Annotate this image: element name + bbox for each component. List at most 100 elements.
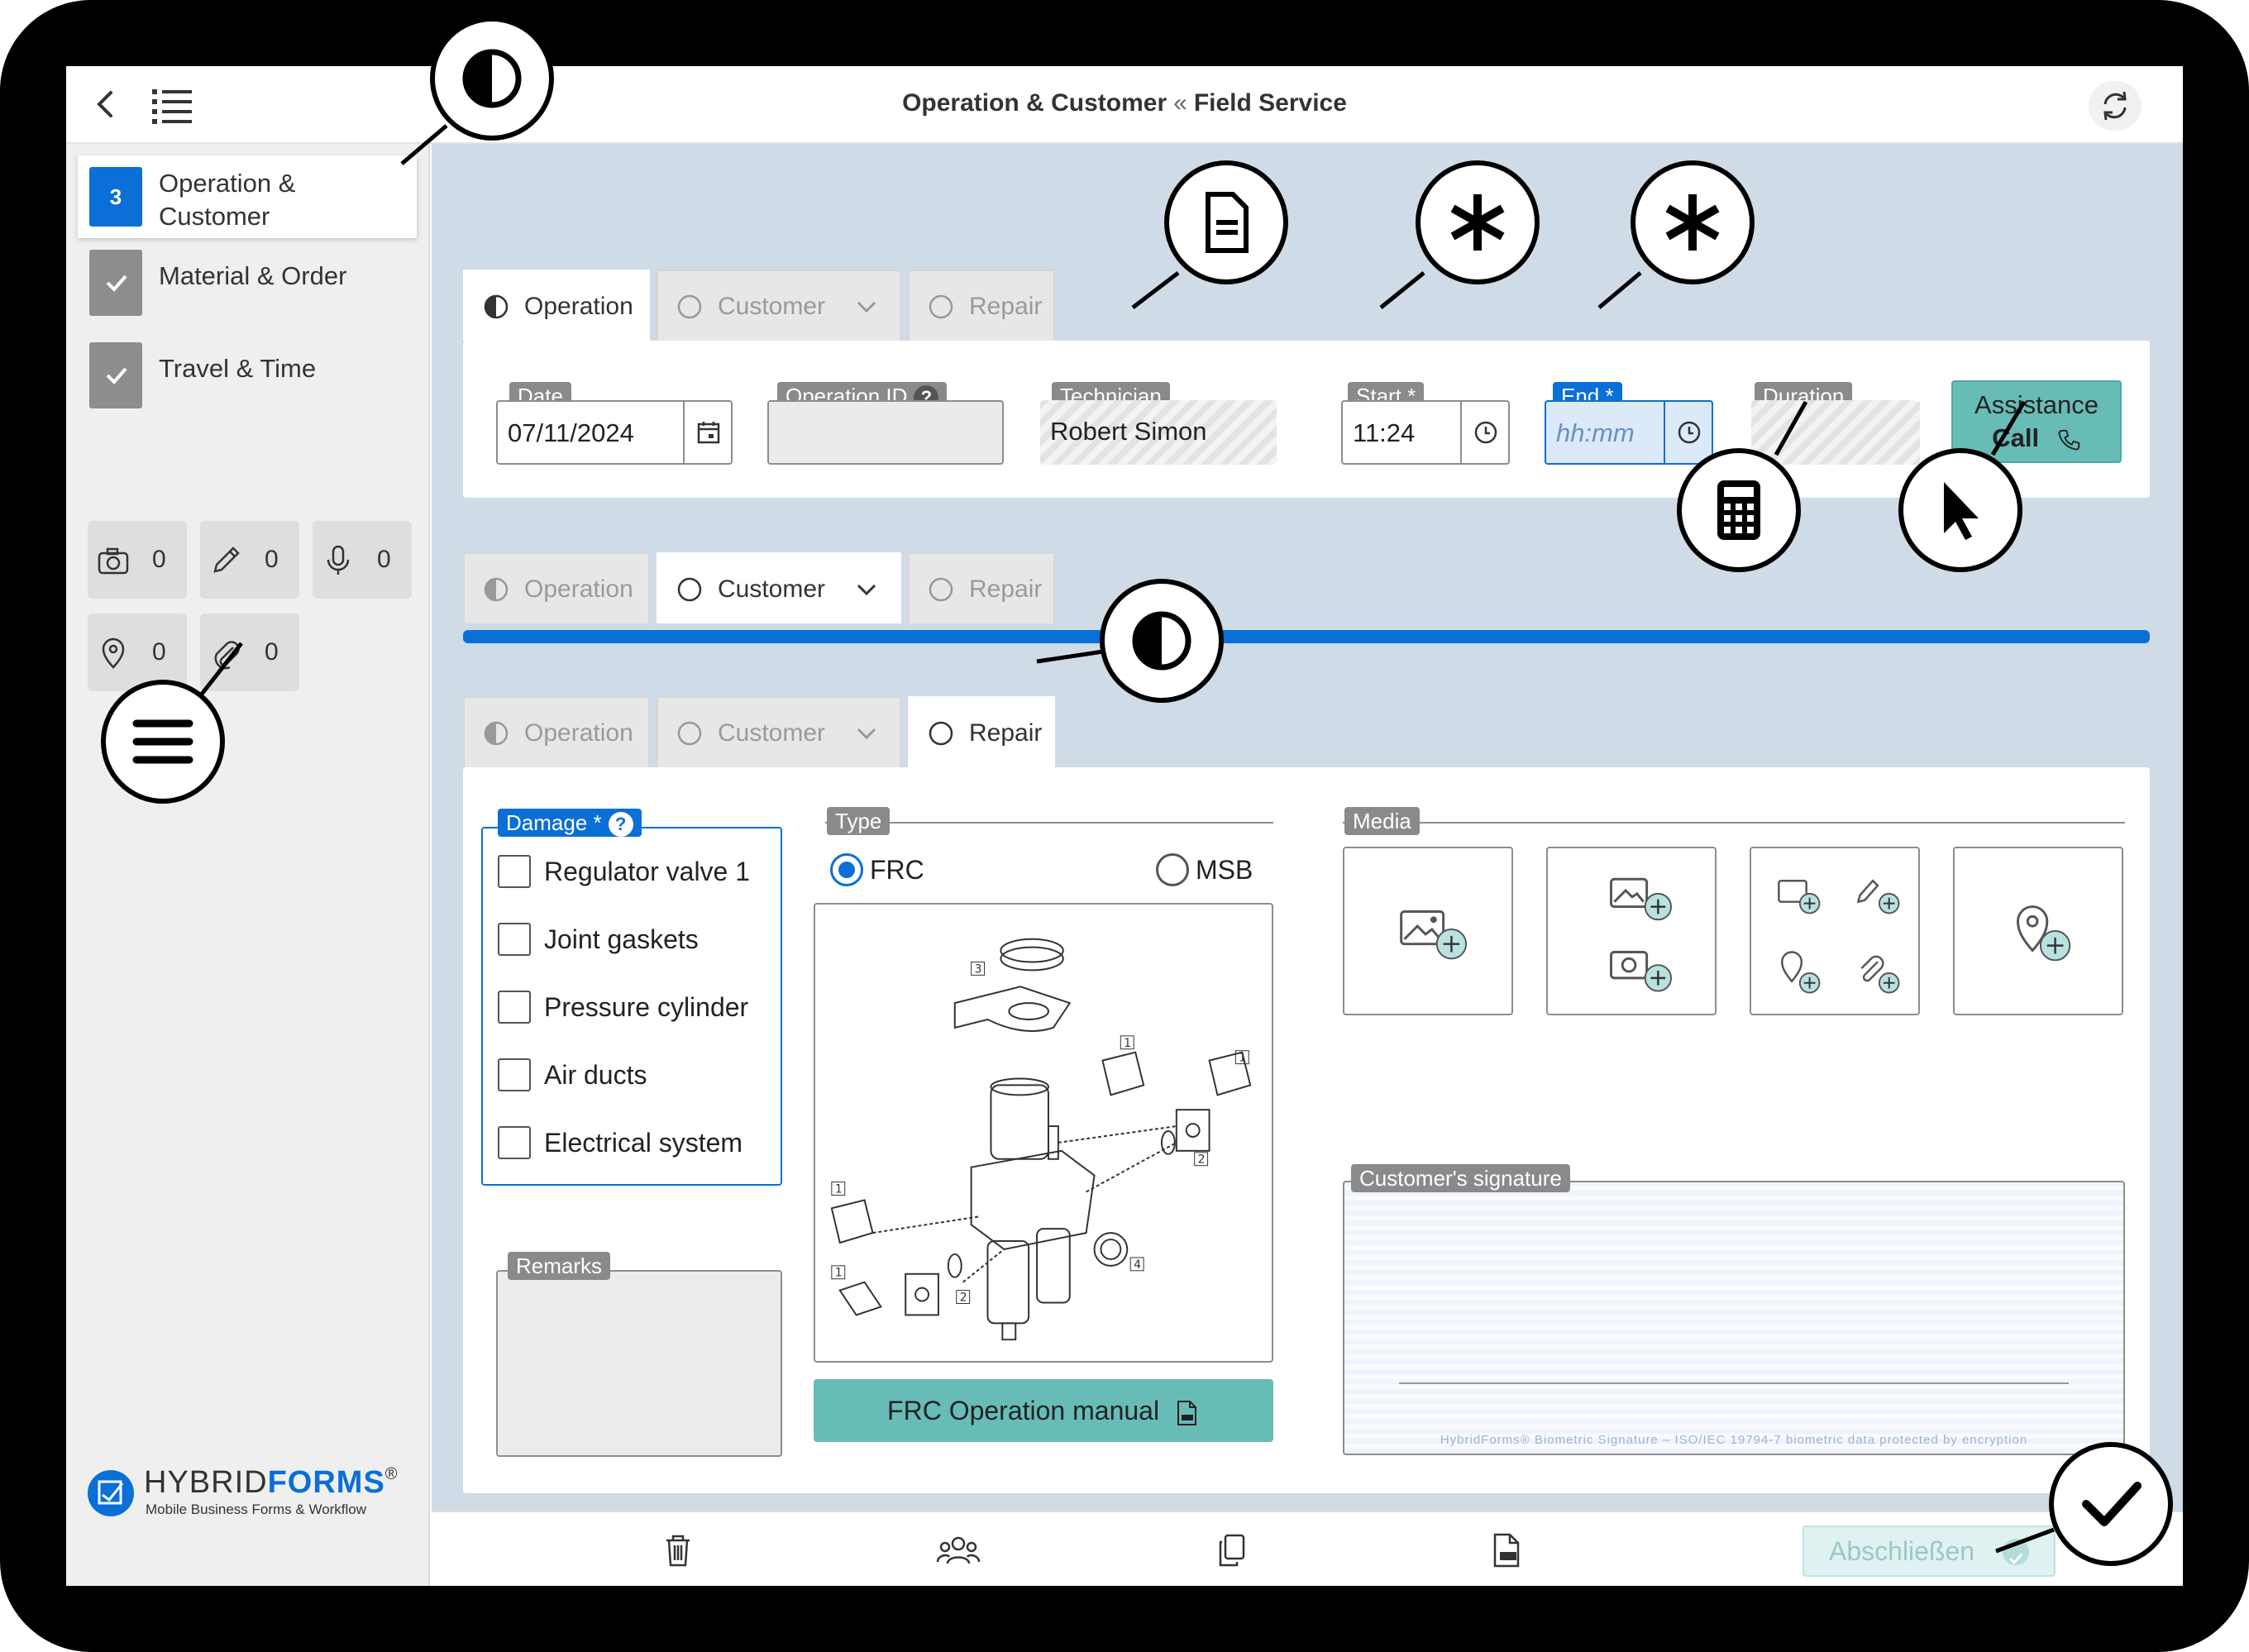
frc-parts-drawing: 3 1 1 2 1 1 2 4 (830, 938, 1252, 1341)
add-image-tile[interactable] (1343, 847, 1513, 1015)
checkmark-icon (2082, 1482, 2142, 1526)
end-time-button[interactable] (1664, 402, 1712, 463)
callout-half-circle (1100, 579, 1224, 703)
diagram-label: 1 (835, 1182, 843, 1196)
add-media-multi-tile[interactable] (1750, 847, 1920, 1015)
checkbox[interactable] (498, 991, 531, 1024)
checkbox[interactable] (498, 923, 531, 956)
empty-circle-icon (929, 721, 953, 746)
copy-icon[interactable] (1214, 1532, 1250, 1568)
checkbox[interactable] (498, 1058, 531, 1091)
callout-required-asterisk (1631, 160, 1755, 284)
callout-calculator (1677, 448, 1801, 572)
tab-operation[interactable]: Operation (463, 696, 650, 767)
start-time-button[interactable] (1460, 402, 1508, 463)
tab-label: Customer (718, 293, 826, 320)
add-media-multi-icon (1778, 879, 1900, 994)
frc-exploded-diagram: 3 1 1 2 1 1 2 4 (814, 903, 1273, 1363)
damage-group: Regulator valve 1 Joint gaskets Pressure… (481, 827, 782, 1186)
help-icon[interactable]: ? (608, 812, 633, 838)
repair-panel: Regulator valve 1 Joint gaskets Pressure… (463, 767, 2150, 1493)
callout-document (1164, 160, 1288, 284)
checkbox[interactable] (498, 855, 531, 888)
tab-customer[interactable]: Customer (657, 552, 901, 623)
damage-label: Damage *? (498, 809, 642, 838)
callout-pointer (1898, 448, 2022, 572)
phone-icon (2058, 429, 2079, 451)
asterisk-icon (1450, 194, 1505, 251)
assistance-line-2: Call (1992, 423, 2040, 452)
calendar-icon (697, 422, 720, 444)
frc-manual-button[interactable]: FRC Operation manual (814, 1379, 1273, 1442)
counter-value: 0 (265, 638, 279, 666)
counter-value: 0 (377, 546, 391, 573)
tab-repair[interactable]: Repair (908, 270, 1055, 341)
sidebar-item-operation-customer[interactable]: 3 Operation & Customer (78, 155, 417, 238)
radio-msb[interactable] (1156, 853, 1189, 886)
checkbox[interactable] (498, 1126, 531, 1159)
main-content: Operation Customer Repair Date 07/11/202… (432, 144, 2183, 1511)
date-field[interactable]: 07/11/2024 (496, 400, 733, 465)
add-location-tile[interactable] (1953, 847, 2123, 1015)
users-group-icon[interactable] (936, 1532, 981, 1568)
checkbox-label: Joint gaskets (544, 924, 699, 954)
finish-button[interactable]: Abschließen (1803, 1525, 2056, 1577)
radio-frc[interactable] (830, 853, 863, 886)
tab-repair[interactable]: Repair (908, 696, 1055, 767)
tab-repair[interactable]: Repair (908, 552, 1055, 623)
operation-id-field[interactable] (767, 400, 1004, 465)
chevron-down-icon (857, 584, 876, 596)
tab-customer[interactable]: Customer (657, 270, 901, 341)
sidebar: 3 Operation & Customer Material & Order … (66, 144, 430, 1586)
add-image-or-photo-tile[interactable] (1546, 847, 1717, 1015)
counter-pencil[interactable]: 0 (200, 521, 299, 599)
logo-word-2: FORMS (267, 1465, 385, 1500)
add-location-icon (2017, 905, 2071, 962)
end-time-field[interactable]: hh:mm (1545, 400, 1713, 465)
tab-label: Customer (718, 575, 826, 603)
customer-panel-collapsed-bar[interactable] (463, 630, 2150, 643)
tab-label: Repair (969, 719, 1043, 747)
chevron-down-icon (857, 301, 876, 313)
pdf-export-icon[interactable] (1488, 1532, 1525, 1568)
counter-camera[interactable]: 0 (88, 521, 187, 599)
logo-wordmark: HYBRIDFORMS® (144, 1465, 399, 1501)
half-circle-icon (484, 721, 509, 746)
empty-circle-icon (677, 721, 702, 746)
date-picker-button[interactable] (683, 402, 731, 463)
add-image-icon (1400, 910, 1468, 960)
start-time-field[interactable]: 11:24 (1341, 400, 1510, 465)
location-pin-icon (102, 637, 125, 669)
tab-label: Customer (718, 719, 826, 747)
refresh-button[interactable] (2089, 81, 2142, 131)
sidebar-item-material-order[interactable]: Material & Order (78, 238, 417, 321)
trash-icon[interactable] (660, 1532, 696, 1568)
sidebar-item-travel-time[interactable]: Travel & Time (78, 331, 417, 413)
half-circle-icon (484, 577, 509, 602)
remarks-field[interactable] (496, 1270, 782, 1457)
remarks-label: Remarks (508, 1252, 611, 1280)
tab-operation[interactable]: Operation (463, 552, 650, 623)
tab-label: Repair (969, 293, 1043, 320)
signature-label: Customer's signature (1351, 1164, 1570, 1192)
operation-panel: Date 07/11/2024 Operation ID? Technician… (463, 341, 2150, 498)
signature-footer: HybridForms® Biometric Signature – ISO/I… (1440, 1433, 2028, 1447)
media-label: Media (1344, 807, 1420, 835)
tab-label: Operation (524, 293, 633, 320)
signature-pad[interactable]: HybridForms® Biometric Signature – ISO/I… (1343, 1181, 2125, 1455)
page-title: Operation & Customer «Field Service (66, 89, 2183, 117)
counter-microphone[interactable]: 0 (313, 521, 412, 599)
checkbox-label: Regulator valve 1 (544, 857, 751, 886)
signature-baseline (1399, 1382, 2069, 1384)
damage-label-text: Damage (506, 810, 588, 835)
half-circle-icon (1132, 611, 1191, 671)
radio-label-msb: MSB (1196, 855, 1253, 885)
empty-circle-icon (677, 294, 702, 319)
diagram-label: 3 (975, 962, 982, 976)
counter-attachment[interactable]: 0 (200, 614, 299, 691)
logo-mark-icon (88, 1470, 134, 1516)
tab-customer[interactable]: Customer (657, 696, 901, 767)
type-divider (825, 822, 1273, 824)
clock-icon (1678, 421, 1701, 444)
tab-operation[interactable]: Operation (463, 270, 650, 341)
